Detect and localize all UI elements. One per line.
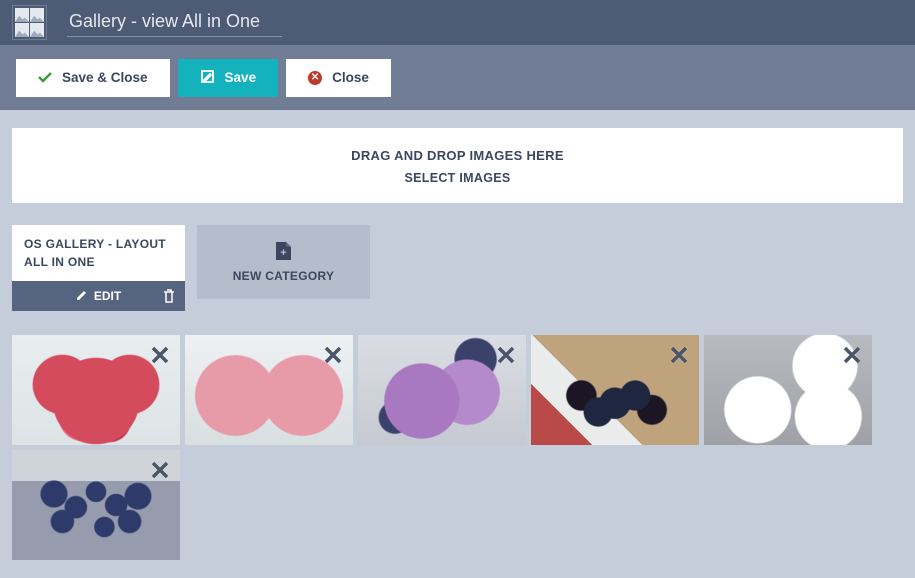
category-edit-label: EDIT xyxy=(94,289,121,303)
save-close-label: Save & Close xyxy=(62,70,148,85)
image-thumbnail[interactable] xyxy=(358,335,526,445)
save-label: Save xyxy=(225,70,257,85)
image-thumbnail[interactable] xyxy=(704,335,872,445)
new-category-button[interactable]: + NEW CATEGORY xyxy=(197,225,370,299)
delete-image-icon[interactable] xyxy=(838,341,866,369)
image-thumbnail[interactable] xyxy=(185,335,353,445)
page-title[interactable]: Gallery - view All in One xyxy=(67,9,282,37)
delete-image-icon[interactable] xyxy=(146,456,174,484)
app-logo-icon xyxy=(12,5,47,40)
image-thumbnail[interactable] xyxy=(12,450,180,560)
image-dropzone[interactable]: DRAG AND DROP IMAGES HERE SELECT IMAGES xyxy=(12,128,903,203)
category-card[interactable]: OS GALLERY - LAYOUT ALL IN ONE EDIT xyxy=(12,225,185,311)
document-plus-icon: + xyxy=(275,241,292,261)
close-button[interactable]: ✕ Close xyxy=(286,59,391,97)
close-circle-icon: ✕ xyxy=(308,71,322,85)
header: Gallery - view All in One xyxy=(0,0,915,45)
delete-image-icon[interactable] xyxy=(492,341,520,369)
category-row: OS GALLERY - LAYOUT ALL IN ONE EDIT + NE… xyxy=(12,225,903,311)
action-toolbar: Save & Close Save ✕ Close xyxy=(0,45,915,110)
save-button[interactable]: Save xyxy=(178,59,279,97)
pencil-icon xyxy=(76,289,88,304)
category-title: OS GALLERY - LAYOUT ALL IN ONE xyxy=(12,225,185,281)
image-thumbnail[interactable] xyxy=(12,335,180,445)
image-thumbnail[interactable] xyxy=(531,335,699,445)
save-close-button[interactable]: Save & Close xyxy=(16,59,170,97)
close-label: Close xyxy=(332,70,369,85)
image-grid xyxy=(12,335,903,560)
delete-image-icon[interactable] xyxy=(665,341,693,369)
dropzone-drag-text: DRAG AND DROP IMAGES HERE xyxy=(22,148,893,163)
new-category-label: NEW CATEGORY xyxy=(233,269,335,283)
check-icon xyxy=(38,72,52,83)
content-area: DRAG AND DROP IMAGES HERE SELECT IMAGES … xyxy=(0,110,915,578)
delete-image-icon[interactable] xyxy=(319,341,347,369)
dropzone-select-text[interactable]: SELECT IMAGES xyxy=(22,171,893,185)
edit-pencil-icon xyxy=(200,69,215,87)
svg-text:+: + xyxy=(280,247,286,259)
trash-icon[interactable] xyxy=(163,289,175,303)
delete-image-icon[interactable] xyxy=(146,341,174,369)
category-edit-bar[interactable]: EDIT xyxy=(12,281,185,311)
